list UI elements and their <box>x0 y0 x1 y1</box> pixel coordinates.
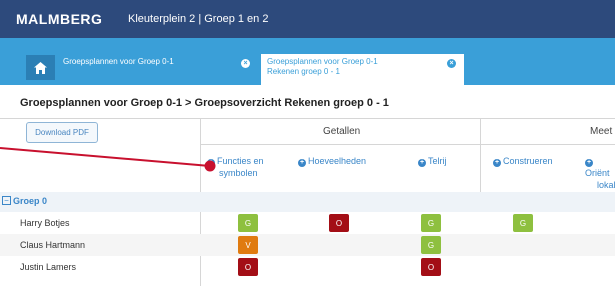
annotation-dot <box>204 160 216 172</box>
app-window: MALMBERG Kleuterplein 2 | Groep 1 en 2 G… <box>0 0 615 286</box>
annotation-pointer <box>0 147 216 172</box>
